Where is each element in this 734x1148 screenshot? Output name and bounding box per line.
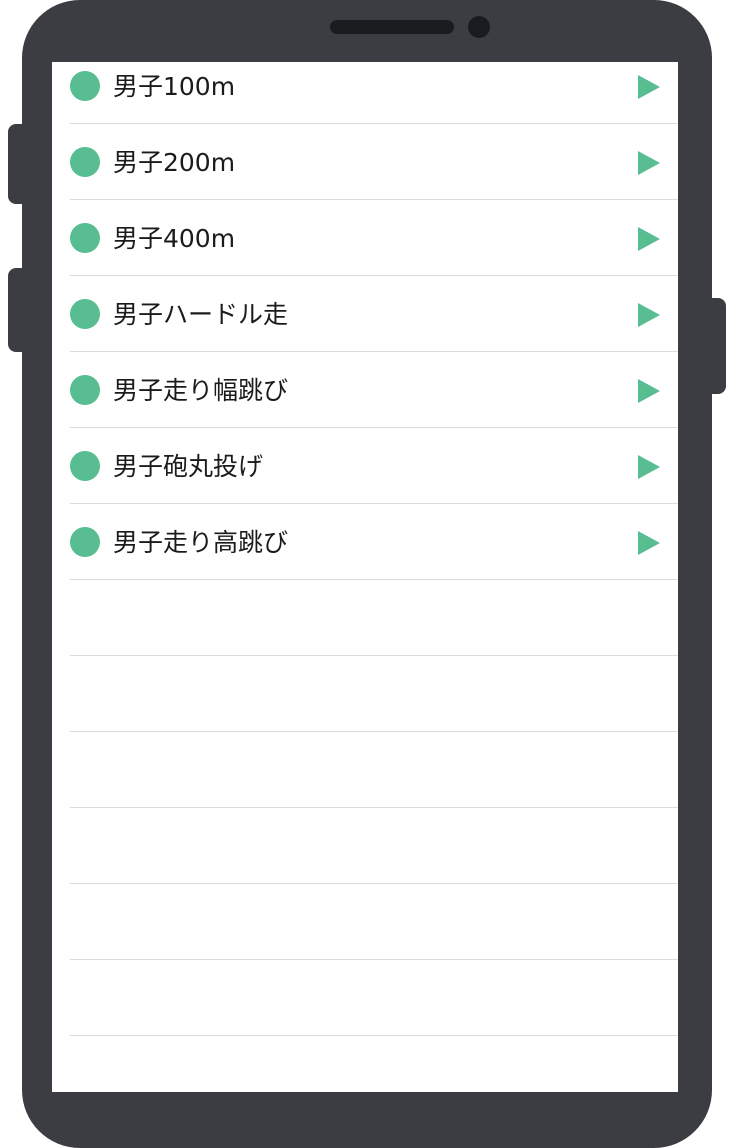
list-item-label: 男子400m bbox=[113, 224, 236, 253]
list-item-men-100m[interactable]: 男子100m bbox=[70, 62, 678, 124]
event-list: 男子100m 男子200m 男子400m 男子ハードル走 男子走り幅跳び 男子砲… bbox=[70, 62, 678, 1092]
volume-up-button bbox=[8, 124, 32, 204]
list-item-men-hurdles[interactable]: 男子ハードル走 bbox=[70, 276, 678, 352]
circle-bullet-icon bbox=[70, 451, 100, 481]
play-arrow-icon[interactable] bbox=[638, 151, 660, 175]
empty-list-row bbox=[70, 580, 678, 656]
list-item-men-long-jump[interactable]: 男子走り幅跳び bbox=[70, 352, 678, 428]
circle-bullet-icon bbox=[70, 375, 100, 405]
volume-down-button bbox=[8, 268, 32, 352]
play-arrow-icon[interactable] bbox=[638, 303, 660, 327]
circle-bullet-icon bbox=[70, 147, 100, 177]
list-item-men-200m[interactable]: 男子200m bbox=[70, 124, 678, 200]
list-item-label: 男子砲丸投げ bbox=[113, 452, 264, 481]
circle-bullet-icon bbox=[70, 71, 100, 101]
front-camera-icon bbox=[468, 16, 490, 38]
circle-bullet-icon bbox=[70, 527, 100, 557]
empty-list-row bbox=[70, 884, 678, 960]
empty-list-row bbox=[70, 732, 678, 808]
circle-bullet-icon bbox=[70, 223, 100, 253]
list-item-label: 男子走り幅跳び bbox=[113, 376, 289, 405]
power-button bbox=[702, 298, 726, 394]
list-item-men-shot-put[interactable]: 男子砲丸投げ bbox=[70, 428, 678, 504]
phone-screen: 男子100m 男子200m 男子400m 男子ハードル走 男子走り幅跳び 男子砲… bbox=[52, 62, 678, 1092]
empty-list-row bbox=[70, 808, 678, 884]
list-item-men-high-jump[interactable]: 男子走り高跳び bbox=[70, 504, 678, 580]
list-item-label: 男子100m bbox=[113, 72, 236, 101]
circle-bullet-icon bbox=[70, 299, 100, 329]
list-item-men-400m[interactable]: 男子400m bbox=[70, 200, 678, 276]
list-item-label: 男子ハードル走 bbox=[113, 300, 289, 329]
list-item-label: 男子200m bbox=[113, 148, 236, 177]
play-arrow-icon[interactable] bbox=[638, 75, 660, 99]
speaker-grille bbox=[330, 20, 454, 34]
play-arrow-icon[interactable] bbox=[638, 379, 660, 403]
empty-list-row bbox=[70, 656, 678, 732]
play-arrow-icon[interactable] bbox=[638, 455, 660, 479]
list-item-label: 男子走り高跳び bbox=[113, 528, 289, 557]
empty-list-row bbox=[70, 1036, 678, 1092]
empty-list-row bbox=[70, 960, 678, 1036]
play-arrow-icon[interactable] bbox=[638, 227, 660, 251]
play-arrow-icon[interactable] bbox=[638, 531, 660, 555]
